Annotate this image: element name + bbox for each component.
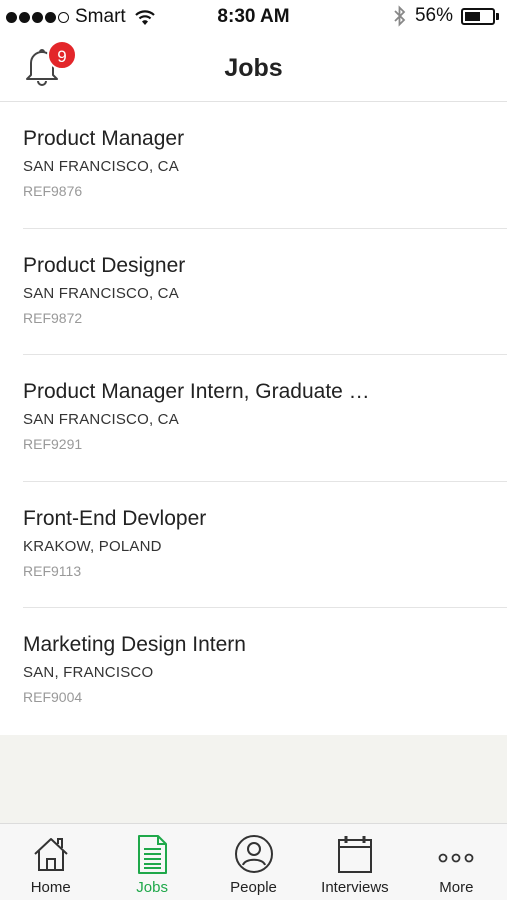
nav-bar: 9 Jobs bbox=[0, 34, 507, 102]
status-right: 56% bbox=[393, 5, 499, 27]
job-title: Marketing Design Intern bbox=[23, 633, 246, 656]
job-list-item[interactable]: Product Manager Intern, Graduate … SAN F… bbox=[0, 355, 507, 482]
status-bar: Smart 8:30 AM 56% bbox=[0, 0, 507, 34]
job-reference: REF9113 bbox=[23, 562, 82, 579]
tab-bar: Home Jobs People Interviews More bbox=[0, 823, 507, 900]
battery-icon bbox=[461, 7, 499, 25]
job-location: KRAKOW, POLAND bbox=[23, 537, 162, 555]
tab-home[interactable]: Home bbox=[0, 824, 101, 900]
job-location: SAN FRANCISCO, CA bbox=[23, 284, 179, 302]
battery-percent: 56% bbox=[414, 5, 453, 26]
job-title: Product Manager Intern, Graduate … bbox=[23, 380, 370, 403]
tab-more[interactable]: More bbox=[406, 824, 507, 900]
job-location: SAN FRANCISCO, CA bbox=[23, 158, 179, 175]
tab-jobs[interactable]: Jobs bbox=[101, 824, 202, 900]
person-icon bbox=[234, 835, 273, 873]
more-icon bbox=[438, 853, 474, 863]
job-location: SAN FRANCISCO, CA bbox=[23, 411, 179, 428]
job-reference: REF9872 bbox=[23, 309, 83, 326]
bluetooth-icon bbox=[394, 5, 406, 27]
tab-label: Jobs bbox=[136, 879, 168, 896]
document-icon bbox=[138, 835, 168, 874]
job-reference: REF9291 bbox=[23, 436, 83, 452]
job-reference: REF9876 bbox=[23, 183, 83, 199]
job-list-item[interactable]: Marketing Design Intern SAN, FRANCISCO R… bbox=[0, 608, 507, 735]
job-title: Product Manager bbox=[23, 127, 185, 150]
tab-label: Interviews bbox=[321, 879, 389, 896]
tab-people[interactable]: People bbox=[203, 824, 304, 900]
job-title: Product Designer bbox=[23, 253, 186, 277]
job-list-item[interactable]: Front-End Devloper KRAKOW, POLAND REF911… bbox=[0, 482, 507, 609]
tab-label: Home bbox=[30, 879, 71, 896]
job-list: Product Manager SAN FRANCISCO, CA REF987… bbox=[0, 102, 507, 735]
job-title: Front-End Devloper bbox=[23, 506, 207, 530]
home-icon bbox=[34, 838, 68, 871]
calendar-icon bbox=[337, 836, 372, 873]
tab-interviews[interactable]: Interviews bbox=[304, 824, 405, 900]
job-list-item[interactable]: Product Manager SAN FRANCISCO, CA REF987… bbox=[0, 102, 507, 229]
job-list-item[interactable]: Product Designer SAN FRANCISCO, CA REF98… bbox=[0, 229, 507, 356]
page-title: Jobs bbox=[224, 54, 283, 82]
job-reference: REF9004 bbox=[23, 689, 83, 705]
tab-label: People bbox=[230, 879, 277, 896]
job-location: SAN, FRANCISCO bbox=[23, 664, 154, 681]
tab-label: More bbox=[439, 879, 474, 896]
